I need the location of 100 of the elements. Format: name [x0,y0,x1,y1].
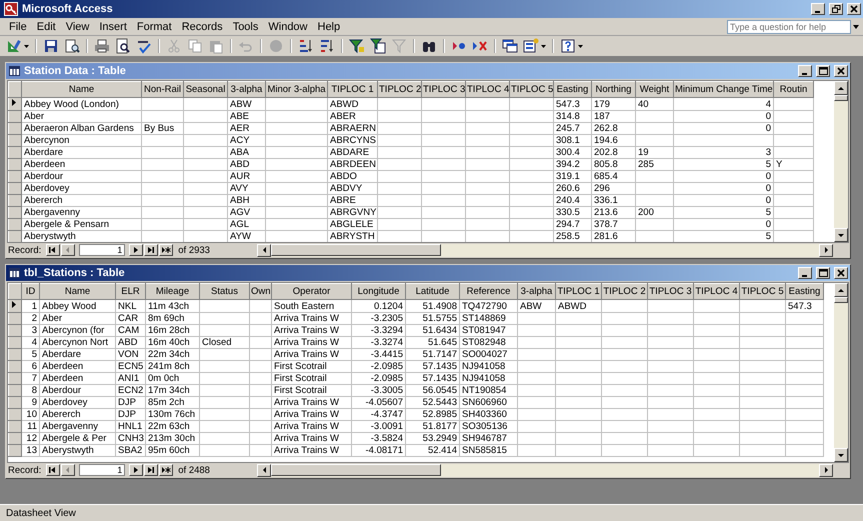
last-record-icon[interactable] [146,466,156,474]
menu-item[interactable]: View [60,20,94,34]
record-number-field[interactable]: 1 [79,244,126,256]
column-header[interactable]: Reference [460,284,518,300]
column-header[interactable]: Minor 3-alpha [266,82,328,98]
restore-icon[interactable] [832,5,840,13]
column-header[interactable]: 3-alpha [228,82,266,98]
caret-icon[interactable] [578,44,583,48]
scroll-down-button[interactable] [834,228,848,242]
minimize-button[interactable] [811,3,825,15]
scroll-up-icon[interactable] [837,286,845,294]
scroll-right-icon[interactable] [822,246,830,254]
close-icon[interactable] [837,269,845,277]
scroll-right-button[interactable] [819,464,833,476]
scroll-up-button[interactable] [834,81,848,95]
horizontal-scrollbar[interactable] [257,244,833,256]
close-icon[interactable] [837,67,845,75]
column-header[interactable]: ID [22,284,40,300]
menu-item[interactable]: File [4,20,32,34]
scrollbar-thumb[interactable] [834,95,848,101]
close-button[interactable] [834,65,848,77]
printer-icon[interactable] [94,38,110,54]
menu-item[interactable]: Help [312,20,346,34]
scrollbar-thumb[interactable] [271,464,442,476]
scroll-right-icon[interactable] [822,466,830,474]
column-header[interactable]: Easting [554,82,592,98]
close-icon[interactable] [850,5,858,13]
new-record-icon[interactable] [162,466,171,474]
column-header[interactable]: Name [22,82,142,98]
horizontal-scrollbar[interactable] [257,464,833,476]
maximize-button[interactable] [816,267,830,279]
scrollbar-thumb[interactable] [834,297,848,303]
first-record-button[interactable] [46,244,60,256]
maximize-icon[interactable] [818,269,828,277]
scroll-left-button[interactable] [257,464,272,476]
new-object-icon[interactable] [523,38,539,54]
column-header[interactable]: TIPLOC 5 [510,82,554,98]
menu-item[interactable]: Edit [32,20,61,34]
row-selector[interactable] [8,300,22,312]
menu-item[interactable]: Window [263,20,312,34]
scroll-down-icon[interactable] [837,232,845,238]
scroll-left-icon[interactable] [260,466,268,474]
sort-ascending-icon[interactable] [298,38,314,54]
column-header[interactable]: Longitude [352,284,406,300]
first-record-icon[interactable] [48,466,58,474]
caret-icon[interactable] [24,44,29,48]
scroll-up-button[interactable] [834,283,848,297]
windows-icon[interactable] [502,38,518,54]
scroll-down-icon[interactable] [837,452,845,458]
column-header[interactable]: TIPLOC 5 [740,284,786,300]
new-record-icon[interactable] [162,246,171,254]
column-header[interactable]: Routin [774,82,814,98]
row-selector[interactable] [8,98,22,110]
column-header[interactable]: TIPLOC 4 [694,284,740,300]
prev-record-button[interactable] [61,464,76,476]
column-header[interactable]: Own [250,284,272,300]
column-header[interactable]: Name [40,284,116,300]
vertical-scrollbar[interactable] [834,283,848,462]
minimize-button[interactable] [798,65,812,77]
column-header[interactable]: Minimum Change Time [674,82,774,98]
menu-item[interactable]: Tools [228,20,264,34]
last-record-button[interactable] [144,464,158,476]
column-header[interactable]: TIPLOC 1 [556,284,602,300]
scroll-right-button[interactable] [819,244,833,256]
vertical-scrollbar[interactable] [834,81,848,242]
column-header[interactable]: TIPLOC 1 [328,82,378,98]
help-search-field[interactable]: Type a question for help [727,20,851,34]
column-header[interactable]: TIPLOC 3 [422,82,466,98]
column-header[interactable]: Northing [592,82,636,98]
funnel-form-icon[interactable] [370,38,386,54]
first-record-button[interactable] [46,464,60,476]
column-header[interactable]: TIPLOC 3 [648,284,694,300]
next-record-button[interactable] [129,464,144,476]
last-record-button[interactable] [144,244,158,256]
column-header[interactable]: Operator [272,284,352,300]
menu-item[interactable]: Records [176,20,228,34]
scroll-left-button[interactable] [257,244,272,256]
column-header[interactable]: Seasonal [184,82,228,98]
column-header[interactable]: Easting [786,284,824,300]
column-header[interactable]: Weight [636,82,674,98]
maximize-icon[interactable] [818,67,828,75]
last-record-icon[interactable] [146,246,156,254]
scroll-left-icon[interactable] [260,246,268,254]
close-button[interactable] [847,3,861,15]
column-header[interactable]: Latitude [406,284,460,300]
column-header[interactable]: TIPLOC 2 [378,82,422,98]
sort-descending-icon[interactable] [319,38,335,54]
page-magnifier-icon[interactable] [115,38,131,54]
first-record-icon[interactable] [48,246,58,254]
funnel-icon[interactable] [349,38,365,54]
column-header[interactable]: Mileage [146,284,200,300]
minimize-button[interactable] [798,267,812,279]
record-number-field[interactable]: 1 [79,464,126,476]
close-button[interactable] [834,267,848,279]
restore-button[interactable] [829,3,843,15]
column-header[interactable]: TIPLOC 4 [466,82,510,98]
new-record-button[interactable] [159,244,174,256]
column-header[interactable]: Non-Rail [142,82,184,98]
menu-item[interactable]: Format [132,20,177,34]
new-record-button[interactable] [159,464,174,476]
